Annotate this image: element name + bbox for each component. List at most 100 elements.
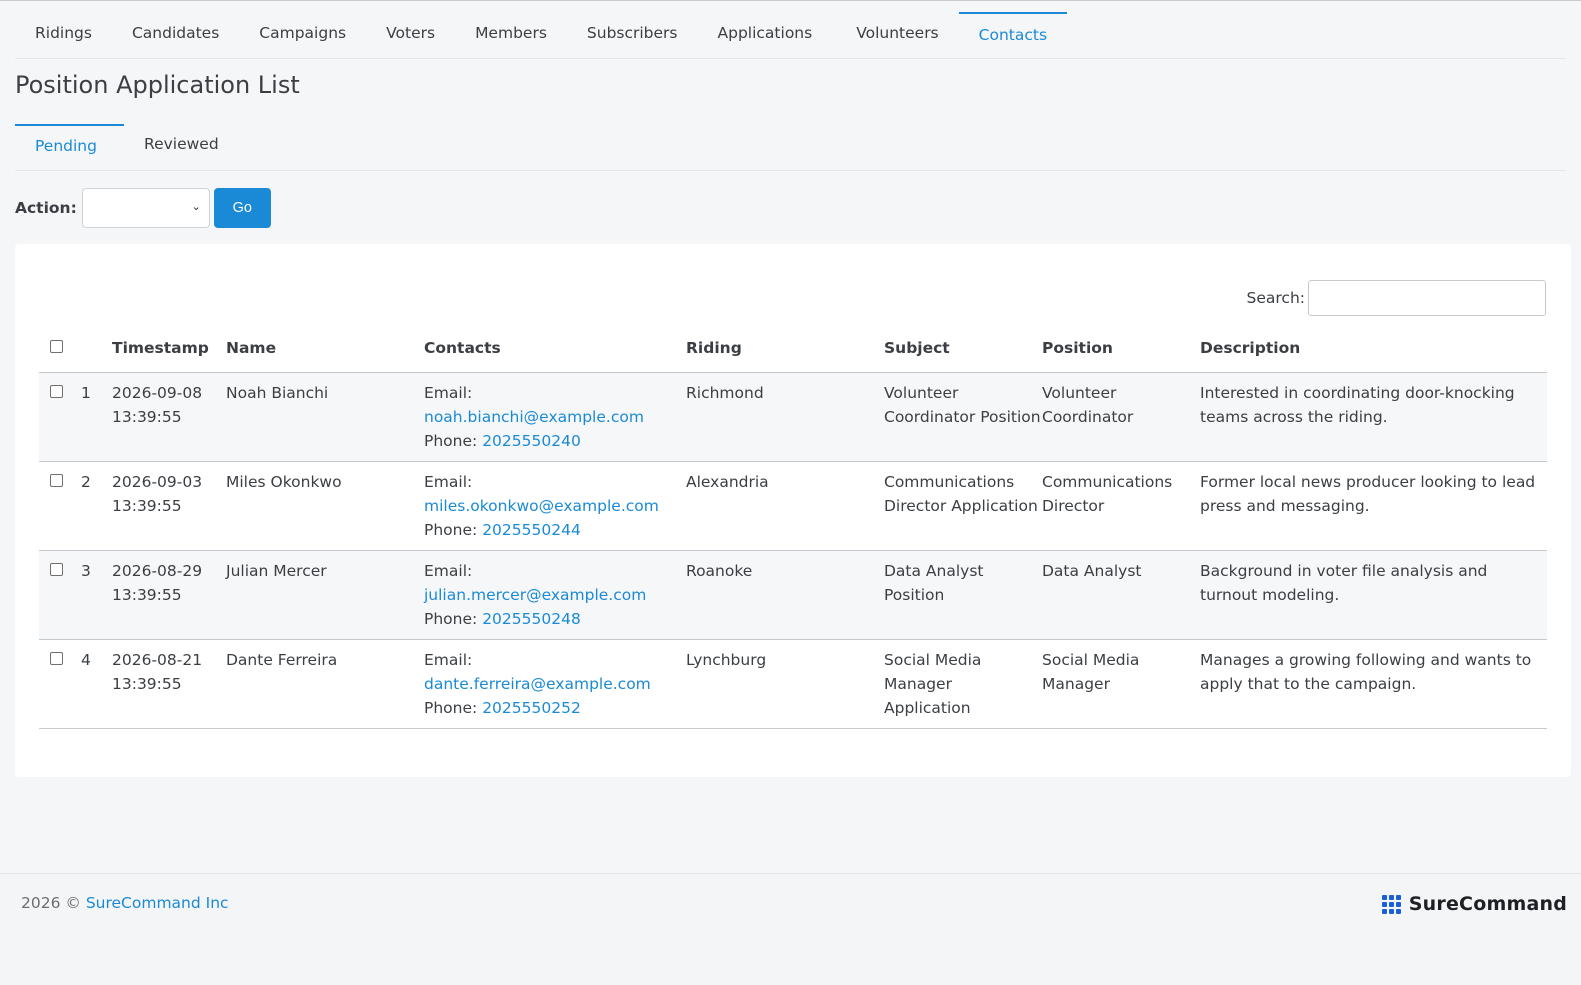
phone-link[interactable]: 2025550248 (482, 610, 581, 628)
select-all-checkbox[interactable] (50, 340, 63, 353)
email-label: Email: (424, 561, 473, 580)
table-header-row: Timestamp Name Contacts Riding Subject P… (39, 329, 1547, 373)
description-cell: Former local news producer looking to le… (1200, 461, 1547, 551)
timestamp-cell: 2026-08-29 13:39:55 (112, 550, 226, 640)
phone-link[interactable]: 2025550240 (482, 432, 581, 450)
email-link[interactable]: noah.bianchi@example.com (424, 405, 686, 429)
tab-applications[interactable]: Applications (718, 0, 813, 58)
search-input[interactable] (1308, 280, 1546, 316)
go-button[interactable]: Go (213, 187, 271, 228)
timestamp-date: 2026-09-08 (112, 383, 203, 402)
header-name[interactable]: Name (226, 329, 424, 373)
timestamp-time: 13:39:55 (112, 407, 182, 426)
name-cell: Miles Okonkwo (226, 461, 424, 551)
applications-card: Search: Timestamp Name Contacts Riding S… (15, 244, 1571, 777)
description-cell: Manages a growing following and wants to… (1200, 639, 1547, 729)
header-description[interactable]: Description (1200, 329, 1547, 373)
timestamp-time: 13:39:55 (112, 674, 182, 693)
header-contacts[interactable]: Contacts (424, 329, 686, 373)
phone-line: Phone: 2025550244 (424, 518, 686, 542)
table-row: 2 2026-09-03 13:39:55 Miles Okonkwo Email… (39, 461, 1547, 551)
row-checkbox[interactable] (50, 562, 63, 576)
brand-name: SureCommand (1408, 893, 1567, 915)
subject-cell: Volunteer Coordinator Position (884, 372, 1042, 462)
select-all-cell (39, 329, 81, 373)
description-cell: Interested in coordinating door-knocking… (1200, 372, 1547, 462)
subject-cell: Communications Director Application (884, 461, 1042, 551)
tab-candidates[interactable]: Candidates (132, 0, 219, 58)
phone-line: Phone: 2025550252 (424, 696, 686, 720)
name-cell: Noah Bianchi (226, 372, 424, 462)
row-select-cell (39, 372, 81, 462)
top-nav: Ridings Candidates Campaigns Voters Memb… (15, 0, 1566, 59)
action-label: Action: (15, 198, 77, 217)
header-subject[interactable]: Subject (884, 329, 1042, 373)
tab-contacts[interactable]: Contacts (958, 0, 1068, 58)
row-checkbox[interactable] (50, 473, 63, 487)
page-title: Position Application List (15, 71, 300, 99)
tab-volunteers[interactable]: Volunteers (856, 0, 938, 58)
timestamp-cell: 2026-08-21 13:39:55 (112, 639, 226, 729)
contacts-cell: Email: noah.bianchi@example.com Phone: 2… (424, 372, 686, 462)
phone-label: Phone: (424, 698, 478, 717)
contacts-cell: Email: dante.ferreira@example.com Phone:… (424, 639, 686, 729)
position-cell: Volunteer Coordinator (1042, 372, 1200, 462)
phone-link[interactable]: 2025550252 (482, 699, 581, 717)
position-cell: Data Analyst (1042, 550, 1200, 640)
row-number: 4 (81, 639, 112, 729)
row-select-cell (39, 550, 81, 640)
riding-cell: Alexandria (686, 461, 884, 551)
row-number-header (81, 329, 112, 373)
email-label: Email: (424, 650, 473, 669)
search-box: Search: (1247, 280, 1546, 316)
row-number: 3 (81, 550, 112, 640)
name-cell: Dante Ferreira (226, 639, 424, 729)
applications-table: Timestamp Name Contacts Riding Subject P… (39, 329, 1547, 729)
action-select[interactable]: ⌄ (81, 187, 210, 228)
tab-pending[interactable]: Pending (15, 124, 124, 170)
brand-logo: SureCommand (1381, 893, 1567, 915)
phone-label: Phone: (424, 609, 478, 628)
subject-cell: Social Media Manager Application (884, 639, 1042, 729)
timestamp-date: 2026-08-29 (112, 561, 203, 580)
timestamp-date: 2026-09-03 (112, 472, 203, 491)
table-row: 1 2026-09-08 13:39:55 Noah Bianchi Email:… (39, 372, 1547, 462)
phone-label: Phone: (424, 431, 478, 450)
table-row: 4 2026-08-21 13:39:55 Dante Ferreira Emai… (39, 639, 1547, 729)
email-link[interactable]: miles.okonkwo@example.com (424, 494, 686, 518)
status-tabs: Pending Reviewed (15, 124, 1566, 171)
tab-voters[interactable]: Voters (386, 0, 435, 58)
table-row: 3 2026-08-29 13:39:55 Julian Mercer Email… (39, 550, 1547, 640)
company-link[interactable]: SureCommand Inc (86, 894, 229, 912)
email-label: Email: (424, 472, 473, 491)
timestamp-date: 2026-08-21 (112, 650, 203, 669)
subject-cell: Data Analyst Position (884, 550, 1042, 640)
email-link[interactable]: julian.mercer@example.com (424, 583, 686, 607)
timestamp-cell: 2026-09-03 13:39:55 (112, 461, 226, 551)
tab-subscribers[interactable]: Subscribers (587, 0, 678, 58)
timestamp-time: 13:39:55 (112, 585, 182, 604)
tab-campaigns[interactable]: Campaigns (259, 0, 346, 58)
email-link[interactable]: dante.ferreira@example.com (424, 672, 686, 696)
phone-link[interactable]: 2025550244 (482, 521, 581, 539)
chevron-down-icon: ⌄ (191, 199, 201, 213)
phone-line: Phone: 2025550248 (424, 607, 686, 631)
copyright-year: 2026 © (21, 894, 81, 912)
row-checkbox[interactable] (50, 651, 63, 665)
row-select-cell (39, 461, 81, 551)
tab-members[interactable]: Members (475, 0, 547, 58)
search-label: Search: (1246, 289, 1305, 307)
contacts-cell: Email: julian.mercer@example.com Phone: … (424, 550, 686, 640)
header-position[interactable]: Position (1042, 329, 1200, 373)
timestamp-time: 13:39:55 (112, 496, 182, 515)
tab-reviewed[interactable]: Reviewed (144, 135, 219, 153)
description-cell: Background in voter file analysis and tu… (1200, 550, 1547, 640)
header-timestamp[interactable]: Timestamp (112, 329, 226, 373)
tab-ridings[interactable]: Ridings (35, 0, 92, 58)
header-riding[interactable]: Riding (686, 329, 884, 373)
grid-logo-icon (1381, 894, 1401, 914)
row-checkbox[interactable] (50, 384, 63, 398)
phone-label: Phone: (424, 520, 478, 539)
footer: 2026 © SureCommand Inc SureCommand (0, 873, 1581, 985)
copyright: 2026 © SureCommand Inc (21, 894, 229, 912)
